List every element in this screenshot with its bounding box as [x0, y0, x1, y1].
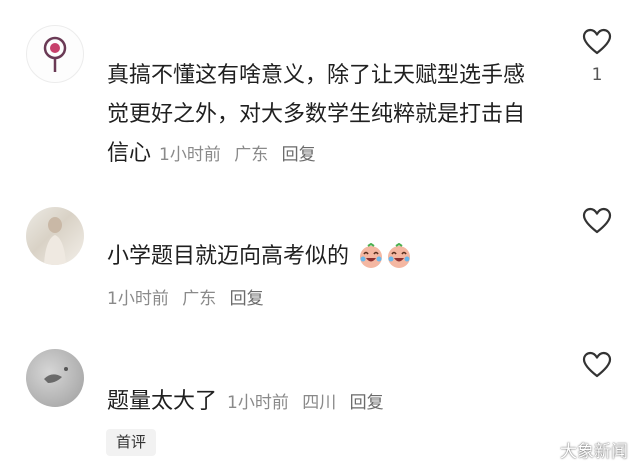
gray-avatar-icon	[44, 367, 68, 383]
comment-text: 真搞不懂这有啥意义，除了让天赋型选手感 觉更好之外，对大多数学生纯粹就是打击自 …	[107, 56, 557, 175]
comment-meta: 1小时前 广东 回复	[107, 284, 272, 309]
comment-time: 1小时前	[159, 145, 221, 165]
photo-avatar-icon	[44, 217, 66, 265]
heart-outline-icon	[582, 351, 612, 378]
heart-outline-icon	[582, 207, 612, 234]
crying-laughing-face-icon	[358, 242, 384, 282]
avatar[interactable]	[26, 25, 84, 83]
reply-button[interactable]: 回复	[282, 145, 316, 165]
like-count: 1	[591, 65, 603, 85]
like-button[interactable]	[577, 207, 617, 234]
news-logo-icon	[536, 441, 554, 458]
comment-time: 1小时前	[107, 289, 169, 309]
reply-button[interactable]: 回复	[350, 393, 384, 413]
first-comment-tag: 首评	[106, 429, 157, 456]
comment-meta: 1小时前 广东 回复	[159, 136, 324, 175]
reply-button[interactable]: 回复	[230, 289, 264, 309]
comment-location: 广东	[234, 145, 269, 165]
comment-meta: 1小时前 四川 回复	[227, 384, 392, 423]
comment-location: 四川	[302, 393, 337, 413]
avatar[interactable]	[26, 207, 84, 265]
comment-text: 题量太大了 1小时前 四川 回复	[107, 382, 392, 423]
watermark-text: 大象新闻	[560, 442, 628, 462]
comment-text: 小学题目就迈向高考似的	[107, 237, 412, 282]
like-button[interactable]: 1	[577, 28, 617, 85]
watermark: 大象新闻	[536, 437, 628, 462]
avatar[interactable]	[26, 349, 84, 407]
crying-laughing-face-icon	[386, 242, 412, 282]
comment-location: 广东	[182, 289, 217, 309]
like-button[interactable]	[577, 351, 617, 378]
heart-outline-icon	[582, 28, 612, 55]
comment-time: 1小时前	[227, 393, 289, 413]
lollipop-avatar-icon	[43, 36, 67, 72]
